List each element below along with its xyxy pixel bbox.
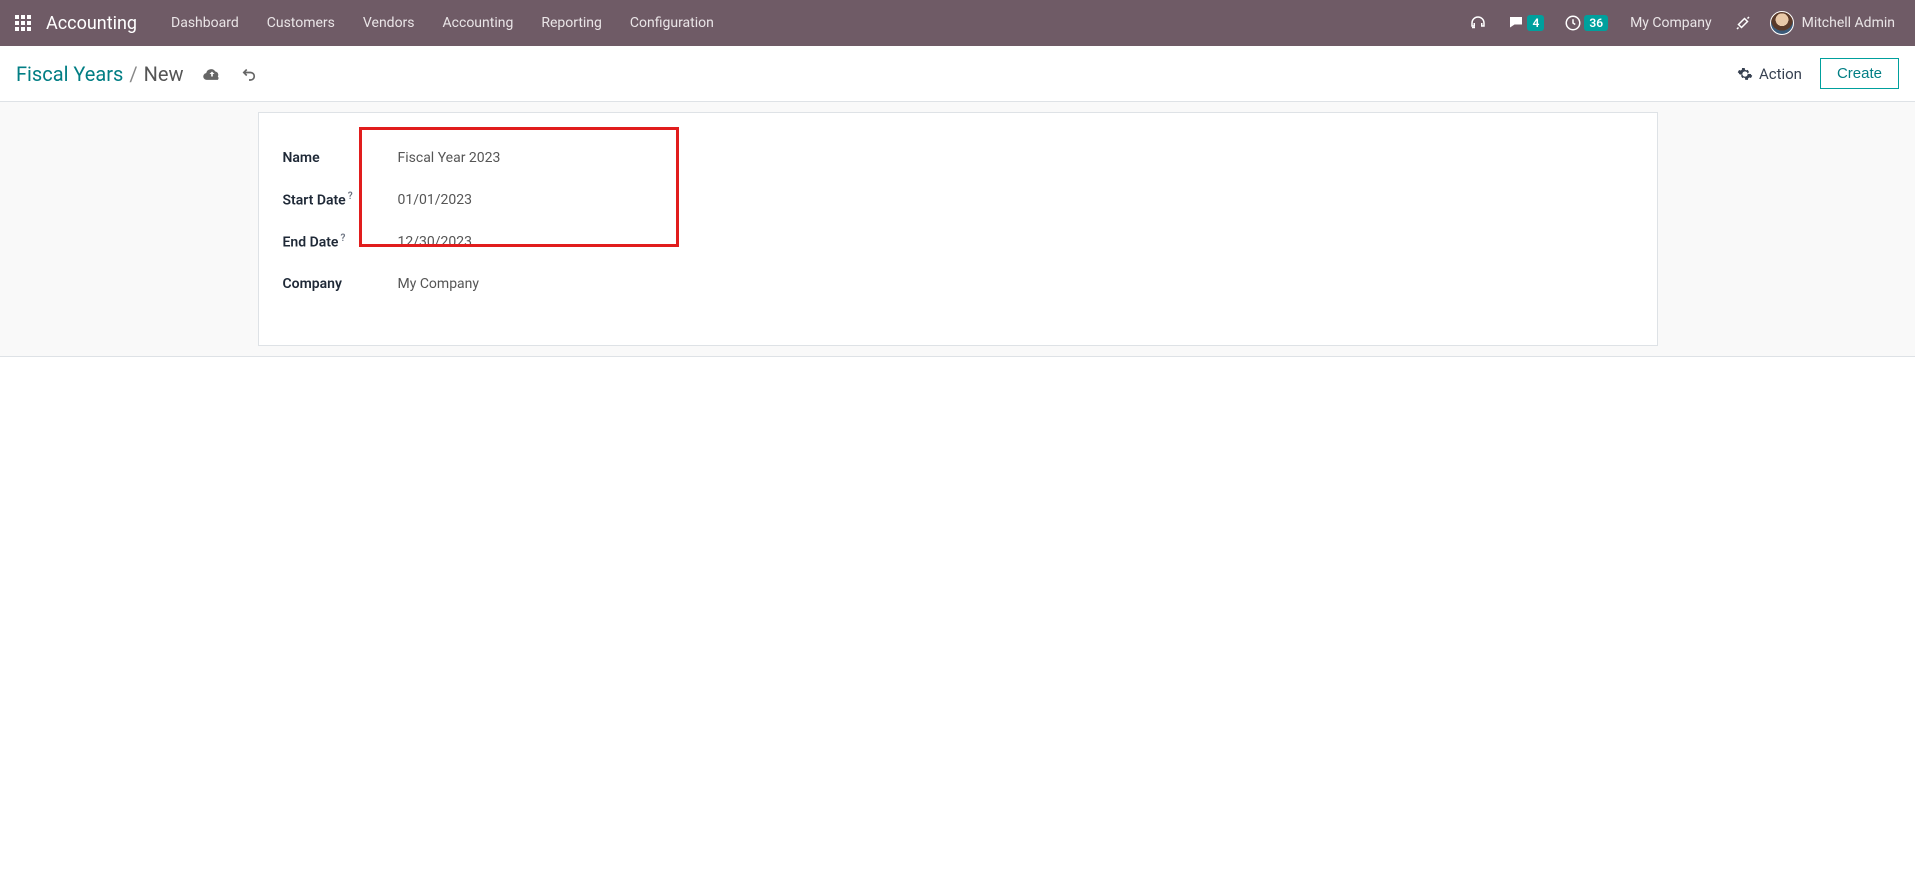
apps-grid-icon — [15, 15, 31, 31]
save-button[interactable] — [202, 64, 222, 84]
menu-dashboard[interactable]: Dashboard — [157, 0, 253, 46]
label-start-date: Start Date? — [283, 191, 398, 209]
user-avatar — [1770, 11, 1794, 35]
activities-button[interactable]: 36 — [1558, 0, 1614, 46]
menu-vendors[interactable]: Vendors — [349, 0, 429, 46]
top-nav-right: 4 36 My Company Mitchell Admin — [1463, 0, 1907, 46]
support-button[interactable] — [1463, 0, 1493, 46]
clock-icon — [1564, 14, 1582, 32]
messages-button[interactable]: 4 — [1501, 0, 1550, 46]
action-label: Action — [1759, 65, 1802, 83]
chat-icon — [1507, 14, 1525, 32]
apps-menu-button[interactable] — [8, 0, 38, 46]
help-icon[interactable]: ? — [340, 233, 345, 244]
app-title[interactable]: Accounting — [38, 13, 157, 34]
value-company[interactable]: My Company — [398, 276, 480, 292]
user-menu[interactable]: Mitchell Admin — [1766, 11, 1899, 35]
help-icon[interactable]: ? — [348, 191, 353, 202]
user-name: Mitchell Admin — [1802, 15, 1895, 31]
company-switcher[interactable]: My Company — [1622, 15, 1720, 31]
field-row-end-date: End Date? 12/30/2023 — [283, 221, 623, 263]
value-end-date[interactable]: 12/30/2023 — [398, 234, 473, 250]
menu-customers[interactable]: Customers — [253, 0, 349, 46]
label-company: Company — [283, 276, 398, 292]
gear-icon — [1737, 66, 1753, 82]
breadcrumb-actions — [202, 64, 258, 84]
undo-icon — [240, 65, 258, 83]
breadcrumb-current: New — [144, 62, 184, 86]
main-menu: Dashboard Customers Vendors Accounting R… — [157, 0, 728, 46]
debug-tools-button[interactable] — [1728, 0, 1758, 46]
value-start-date[interactable]: 01/01/2023 — [398, 192, 473, 208]
top-nav-left: Accounting Dashboard Customers Vendors A… — [8, 0, 728, 46]
activities-badge: 36 — [1584, 15, 1608, 31]
menu-reporting[interactable]: Reporting — [527, 0, 616, 46]
label-start-date-text: Start Date — [283, 193, 346, 209]
label-name: Name — [283, 150, 398, 166]
control-bar-right: Action Create — [1737, 58, 1899, 89]
action-dropdown[interactable]: Action — [1737, 65, 1802, 83]
label-end-date-text: End Date — [283, 235, 339, 251]
content-area: Name Fiscal Year 2023 Start Date? 01/01/… — [0, 102, 1915, 357]
field-group: Name Fiscal Year 2023 Start Date? 01/01/… — [283, 137, 623, 305]
field-row-company: Company My Company — [283, 263, 623, 305]
form-card: Name Fiscal Year 2023 Start Date? 01/01/… — [258, 112, 1658, 346]
label-end-date: End Date? — [283, 233, 398, 251]
menu-configuration[interactable]: Configuration — [616, 0, 728, 46]
wrench-icon — [1734, 14, 1752, 32]
control-bar: Fiscal Years / New Action Create — [0, 46, 1915, 102]
field-row-name: Name Fiscal Year 2023 — [283, 137, 623, 179]
breadcrumb-separator: / — [129, 62, 137, 86]
cloud-upload-icon — [202, 64, 222, 84]
breadcrumb-parent[interactable]: Fiscal Years — [16, 62, 123, 86]
breadcrumb: Fiscal Years / New — [16, 62, 184, 86]
headset-icon — [1469, 14, 1487, 32]
field-row-start-date: Start Date? 01/01/2023 — [283, 179, 623, 221]
menu-accounting[interactable]: Accounting — [429, 0, 528, 46]
discard-button[interactable] — [240, 65, 258, 83]
value-name[interactable]: Fiscal Year 2023 — [398, 150, 501, 166]
create-button[interactable]: Create — [1820, 58, 1899, 89]
messages-badge: 4 — [1527, 15, 1544, 31]
top-nav: Accounting Dashboard Customers Vendors A… — [0, 0, 1915, 46]
